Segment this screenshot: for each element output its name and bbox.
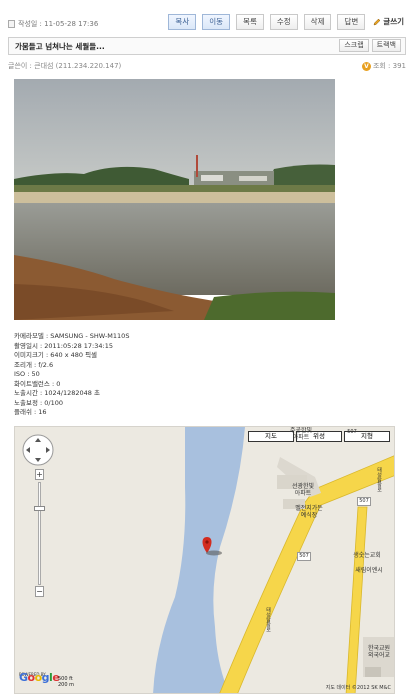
copy-button[interactable]: 복사 [168, 14, 197, 30]
map-label-church: 생숫는교회 [353, 552, 381, 559]
post-date: 작성일 : 11-05-28 17:36 [8, 19, 98, 29]
google-logo: Google [19, 671, 60, 684]
map-label-korea-school: 한국교원 외국어교 [367, 645, 391, 659]
title-actions: 스크랩 트랙백 [339, 39, 401, 52]
exif-info: 카메라모델 : SAMSUNG - SHW-M110S 촬영일시 : 2011:… [14, 332, 264, 418]
move-button[interactable]: 이동 [202, 14, 231, 30]
river-photo-image [14, 79, 335, 320]
road-badge-507-b: 507 [297, 552, 311, 561]
trackback-button[interactable]: 트랙백 [371, 39, 401, 52]
map-scale-meters: 200 m [58, 682, 75, 688]
road-badge-507: 507 [357, 497, 371, 506]
map-scale: 500 ft 200 m [58, 676, 74, 688]
exif-flash: 플래쉬 : 16 [14, 408, 47, 416]
views-icon: V [361, 61, 371, 71]
exif-exposure-time: 노출시간 : 1024/1282048 초 [14, 389, 100, 397]
map-copyright: 지도 데이터 ©2012 SK M&C [325, 685, 391, 691]
post-meta: 글쓴이 : 큰대섬 (211.234.220.147) V 조회 : 391 [8, 61, 406, 71]
post-views: V 조회 : 391 [361, 61, 406, 71]
map-label-new-apartment: 새림이엔시 [355, 567, 383, 574]
location-map[interactable]: 지도 위성 지형 + − 주공한빛 아파트 선광한빛 아파트 벨전지가든 예식장… [14, 426, 395, 694]
map-canvas [15, 427, 394, 693]
document-icon [8, 20, 15, 28]
pencil-icon [373, 18, 381, 26]
exif-white-balance: 화이트밸런스 : 0 [14, 379, 61, 388]
zoom-in-button[interactable]: + [35, 469, 44, 480]
post-author: 글쓴이 : 큰대섬 (211.234.220.147) [8, 62, 122, 70]
write-button[interactable]: 글쓰기 [371, 14, 406, 30]
map-label-wedding-hall: 벨전지가든 예식장 [295, 505, 323, 519]
pan-control[interactable] [21, 433, 55, 467]
map-label-apartment-2: 선광한빛 아파트 [291, 483, 315, 497]
zoom-out-button[interactable]: − [35, 586, 44, 597]
scrap-button[interactable]: 스크랩 [339, 39, 369, 52]
post-toolbar: 작성일 : 11-05-28 17:36 복사 이동 목록 수정 삭제 답변 글… [6, 14, 406, 32]
post-title-bar: 가뭄들고 넘쳐나는 세월들... 스크랩 트랙백 [8, 37, 406, 55]
map-label-apartment-1: 주공한빛 아파트 [289, 427, 313, 441]
edit-button[interactable]: 수정 [269, 14, 298, 30]
action-buttons: 복사 이동 목록 수정 삭제 답변 글쓰기 [168, 14, 406, 30]
exif-camera-model: 카메라모델 : SAMSUNG - SHW-M110S [14, 332, 130, 340]
exif-image-size: 이미지크기 : 640 x 480 픽셀 [14, 351, 98, 359]
delete-button[interactable]: 삭제 [303, 14, 332, 30]
exif-capture-date: 촬영일시 : 2011:05:28 17:34:15 [14, 341, 113, 350]
zoom-slider-thumb[interactable] [34, 506, 45, 511]
post-date-text: 작성일 : 11-05-28 17:36 [18, 20, 99, 28]
post-title: 가뭄들고 넘쳐나는 세월들... [15, 42, 105, 51]
road-name-label: 태성탑항로 [265, 607, 271, 632]
write-button-label: 글쓰기 [383, 17, 404, 26]
post-views-text: 조회 : 391 [372, 62, 406, 70]
road-name-label-2: 태성탑항로 [376, 467, 382, 492]
reply-button[interactable]: 답변 [337, 14, 366, 30]
exif-iso: ISO : 50 [14, 370, 40, 378]
river-photo [14, 79, 335, 320]
zoom-slider-track[interactable] [38, 482, 41, 585]
road-label-top: 507 [347, 429, 357, 435]
exif-aperture: 조리개 : f/2.6 [14, 360, 54, 369]
exif-exposure-bias: 노출보정 : 0/100 [14, 398, 63, 407]
list-button[interactable]: 목록 [236, 14, 264, 30]
